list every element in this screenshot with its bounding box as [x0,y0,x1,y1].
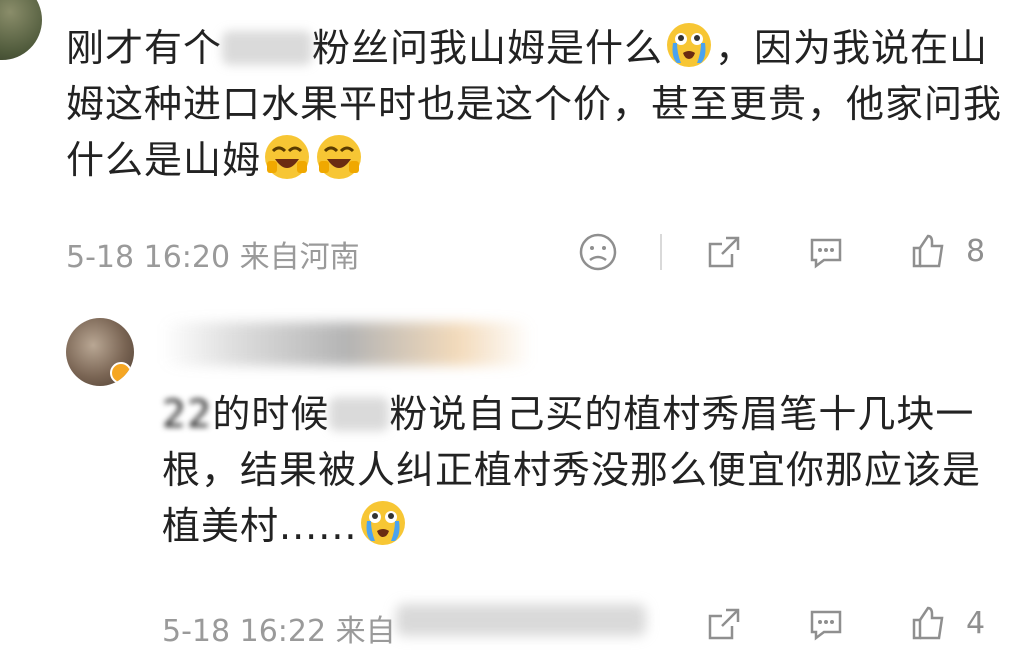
comment-text-part: 刚才有个 [66,26,223,70]
comment-text-part: 22 [162,392,213,436]
crying-emoji-icon [667,23,712,67]
comment-text-part: 粉丝问我山姆是什么 [312,26,664,70]
comment-meta: 5-18 16:22 来自 [162,606,396,650]
frown-icon[interactable] [578,232,618,272]
location: 来自河南 [239,240,360,275]
comment-icon[interactable] [806,232,846,272]
comment-text: 刚才有个 粉丝问我山姆是什么 ，因为我说在山姆这种进口水果平时也是这个价，甚至更贵… [66,20,1006,188]
comment-text: 22的时候 粉说自己买的植村秀眉笔十几块一根，结果被人纠正植村秀没那么便宜你那应该… [162,386,992,554]
comment-text-part: 的时候 [212,392,330,436]
thumb-up-icon[interactable] [908,232,948,272]
comment-icon[interactable] [806,604,846,644]
thumb-up-icon[interactable] [908,604,948,644]
divider [660,234,662,270]
avatar[interactable] [0,0,42,60]
laugh-cry-emoji-icon [265,135,310,179]
verified-badge-icon [110,362,132,384]
redacted-text [222,31,313,65]
crying-emoji-icon [361,501,406,545]
share-icon[interactable] [704,604,744,644]
username-redacted[interactable] [162,322,532,366]
location-redacted [396,604,646,636]
avatar[interactable] [66,318,134,386]
share-icon[interactable] [704,232,744,272]
location: 来自 [335,614,396,649]
like-count: 8 [966,234,986,269]
timestamp: 5-18 16:22 [162,614,327,649]
laugh-cry-emoji-icon [317,135,362,179]
timestamp: 5-18 16:20 [66,240,231,275]
redacted-text [329,397,390,431]
comment-meta: 5-18 16:20 来自河南 [66,232,360,276]
